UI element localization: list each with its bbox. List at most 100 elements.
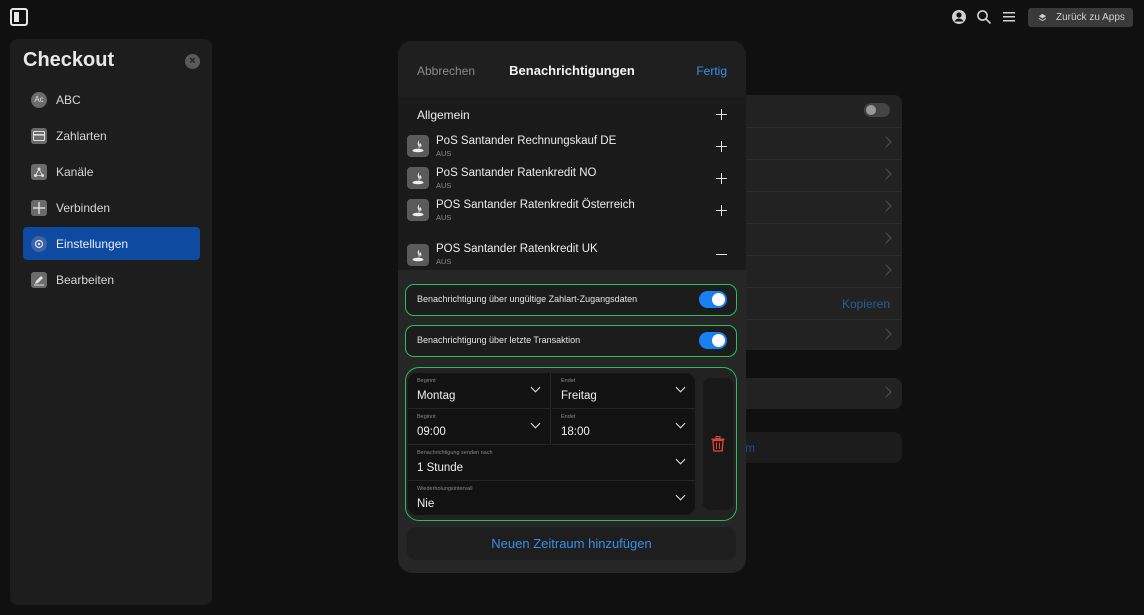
sidebar-item-verbinden[interactable]: Verbinden — [23, 191, 200, 224]
settings-card: Kopieren — [735, 95, 902, 350]
provider-name[interactable]: PoS Santander Ratenkredit NO — [436, 167, 596, 179]
provider-status: AUS — [436, 181, 452, 190]
santander-logo-icon — [407, 199, 429, 221]
done-button[interactable]: Fertig — [696, 64, 727, 78]
end-time-select[interactable]: Endet 18:00 — [552, 409, 695, 445]
notifications-modal: Abbrechen Benachrichtigungen Fertig Allg… — [398, 41, 746, 573]
schedule-fields: Beginnt Montag Endet Freitag Beginnt 09:… — [408, 373, 695, 515]
menu-icon[interactable] — [1001, 9, 1017, 25]
settings-row[interactable] — [735, 378, 902, 409]
send-after-select[interactable]: Benachrichtigung senden nach 1 Stunde — [408, 445, 695, 481]
sidebar-item-zahlarten[interactable]: Zahlarten — [23, 119, 200, 152]
toggle-switch[interactable] — [699, 332, 727, 349]
chevron-down-icon — [675, 382, 686, 393]
provider-name[interactable]: POS Santander Ratenkredit UK — [436, 243, 598, 255]
chevron-right-icon — [880, 200, 892, 212]
toggle-switch[interactable] — [864, 103, 890, 117]
chevron-down-icon — [675, 490, 686, 501]
sidebar-item-label: Verbinden — [56, 200, 111, 215]
delete-period-button[interactable] — [703, 378, 733, 510]
back-to-apps-button[interactable]: Zurück zu Apps — [1028, 8, 1133, 27]
sidebar-item-einstellungen[interactable]: Einstellungen — [23, 227, 200, 260]
start-day-select[interactable]: Beginnt Montag — [408, 373, 551, 409]
start-time-select[interactable]: Beginnt 09:00 — [408, 409, 551, 445]
field-value: Freitag — [561, 390, 597, 402]
chevron-down-icon — [675, 418, 686, 429]
provider-status: AUS — [436, 257, 452, 266]
copy-link[interactable]: Kopieren — [842, 297, 890, 311]
provider-status: AUS — [436, 213, 452, 222]
settings-row[interactable] — [735, 95, 902, 127]
repeat-interval-select[interactable]: Wiederholungsintervall Nie — [408, 481, 695, 515]
chevron-right-icon — [880, 328, 892, 340]
toggle-label: Benachrichtigung über letzte Transaktion — [417, 335, 581, 345]
sidebar-item-abc[interactable]: Ac ABC — [23, 83, 200, 116]
chevron-right-icon — [880, 136, 892, 148]
toggle-label: Benachrichtigung über ungültige Zahlart-… — [417, 294, 638, 304]
expand-provider-plus-icon[interactable] — [716, 141, 727, 152]
sidebar-title: Checkout — [23, 49, 115, 71]
sidebar-item-label: Einstellungen — [56, 236, 129, 251]
chevron-right-icon — [880, 232, 892, 244]
santander-logo-icon — [407, 135, 429, 157]
field-label: Endet — [561, 414, 576, 420]
search-icon[interactable] — [976, 9, 992, 25]
provider-name[interactable]: POS Santander Ratenkredit Österreich — [436, 199, 635, 211]
invalid-credentials-toggle-row[interactable]: Benachrichtigung über ungültige Zahlart-… — [405, 284, 737, 316]
sidebar-item-label: Zahlarten — [56, 128, 107, 143]
plus-grid-icon — [31, 199, 47, 216]
partial-link-text: m — [745, 441, 755, 455]
modal-header: Abbrechen Benachrichtigungen Fertig — [398, 41, 746, 97]
chevron-down-icon — [675, 454, 686, 465]
schedule-period: Beginnt Montag Endet Freitag Beginnt 09:… — [405, 367, 737, 521]
top-bar: Zurück zu Apps — [0, 0, 1144, 34]
chevron-right-icon — [880, 386, 892, 398]
collapse-provider-minus-icon[interactable] — [716, 254, 727, 256]
credit-card-icon — [31, 127, 47, 144]
field-label: Benachrichtigung senden nach — [417, 450, 493, 456]
settings-row[interactable] — [735, 127, 902, 159]
ac-avatar-icon: Ac — [31, 91, 47, 108]
expand-provider-plus-icon[interactable] — [716, 173, 727, 184]
trash-icon — [711, 436, 725, 452]
general-section-label: Allgemein — [417, 108, 470, 122]
santander-logo-icon — [407, 167, 429, 189]
sidebar-item-label: ABC — [56, 92, 81, 107]
layers-icon — [1038, 13, 1047, 22]
end-day-select[interactable]: Endet Freitag — [552, 373, 695, 409]
settings-row[interactable] — [735, 255, 902, 287]
chevron-down-icon — [530, 382, 541, 393]
field-value: 1 Stunde — [417, 462, 464, 474]
add-period-button[interactable]: Neuen Zeitraum hinzufügen — [407, 527, 736, 560]
sidebar-toggle-icon[interactable] — [10, 8, 28, 26]
provider-name[interactable]: PoS Santander Rechnungskauf DE — [436, 135, 616, 147]
chevron-down-icon — [530, 418, 541, 429]
checkout-sidebar: Checkout × Ac ABC Zahlarten Kanäle Verbi… — [10, 39, 212, 605]
last-transaction-toggle-row[interactable]: Benachrichtigung über letzte Transaktion — [405, 325, 737, 357]
toggle-switch[interactable] — [699, 291, 727, 308]
field-label: Endet — [561, 378, 576, 384]
expand-general-plus-icon[interactable] — [716, 109, 727, 120]
settings-row[interactable] — [735, 223, 902, 255]
gear-icon — [31, 235, 47, 252]
sidebar-item-bearbeiten[interactable]: Bearbeiten — [23, 263, 200, 296]
settings-row[interactable] — [735, 191, 902, 223]
expand-provider-plus-icon[interactable] — [716, 205, 727, 216]
modal-title: Benachrichtigungen — [509, 63, 635, 78]
settings-row[interactable]: Kopieren — [735, 287, 902, 319]
back-to-apps-label: Zurück zu Apps — [1056, 12, 1125, 23]
provider-status: AUS — [436, 149, 452, 158]
sidebar-item-kanaele[interactable]: Kanäle — [23, 155, 200, 188]
sidebar-item-label: Bearbeiten — [56, 272, 115, 287]
close-icon[interactable]: × — [185, 54, 200, 69]
network-icon — [31, 163, 47, 180]
field-label: Wiederholungsintervall — [417, 486, 473, 492]
field-label: Beginnt — [417, 378, 436, 384]
settings-row[interactable]: m — [735, 432, 902, 463]
settings-row[interactable] — [735, 159, 902, 191]
account-icon[interactable] — [951, 9, 967, 25]
settings-row[interactable] — [735, 319, 902, 351]
chevron-right-icon — [880, 168, 892, 180]
santander-logo-icon — [407, 244, 429, 266]
chevron-right-icon — [880, 264, 892, 276]
